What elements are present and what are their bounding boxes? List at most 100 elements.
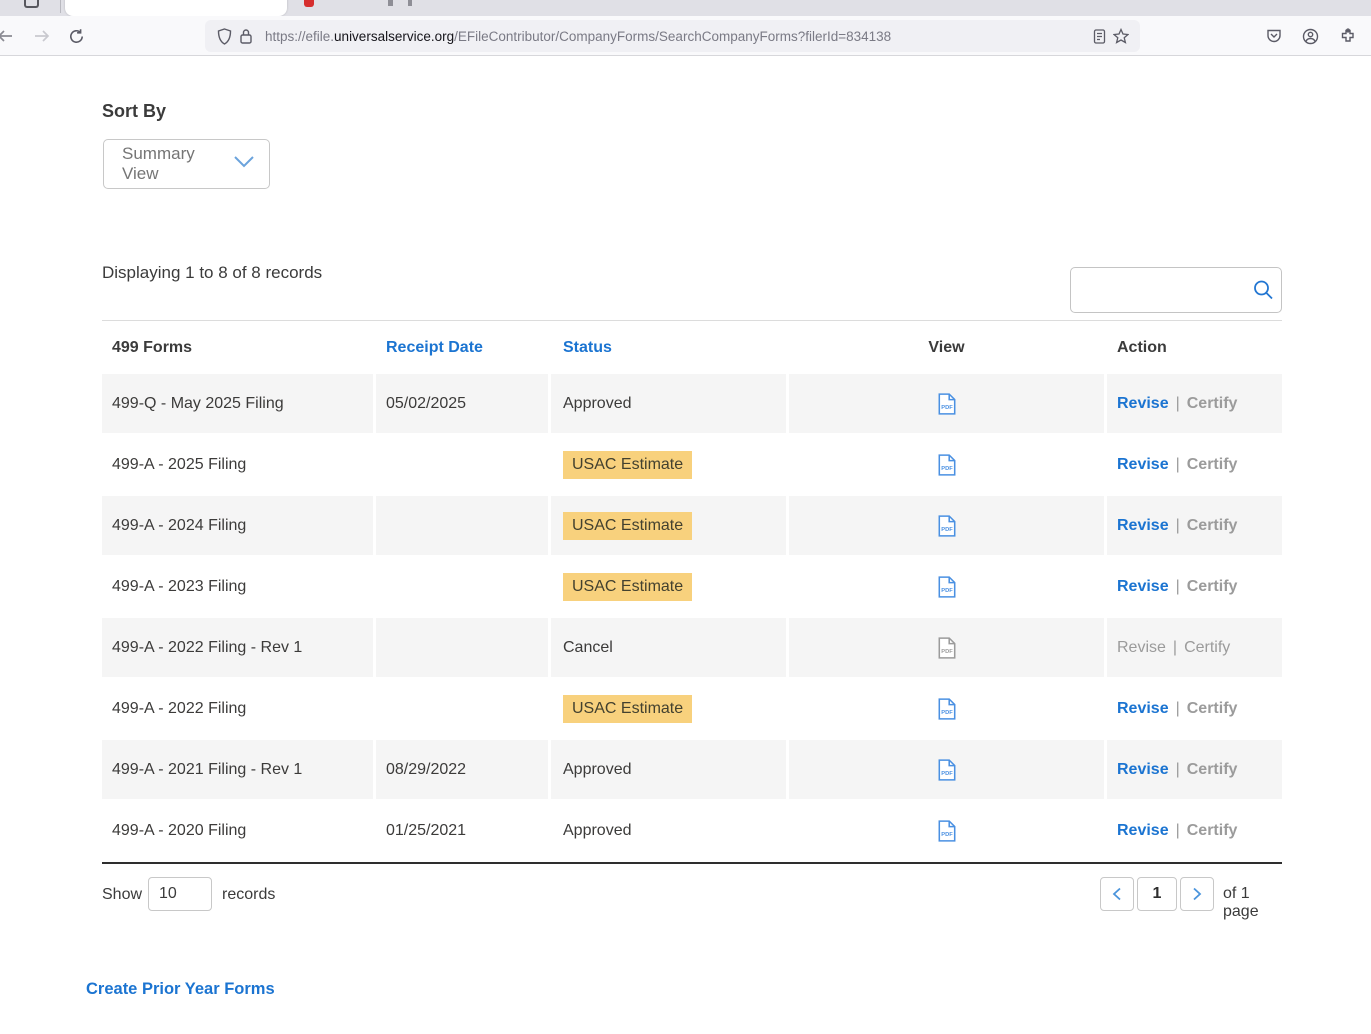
pdf-icon[interactable]: PDF [938, 576, 956, 598]
background-tab-title-fragment [388, 0, 393, 6]
account-icon[interactable] [1298, 24, 1322, 48]
revise-link[interactable]: Revise [1117, 517, 1169, 535]
browser-tab-strip [0, 0, 1371, 16]
certify-link[interactable]: Certify [1187, 456, 1238, 474]
form-name: 499-A - 2020 Filing [112, 822, 246, 840]
pdf-icon-label: PDF [941, 709, 953, 715]
header-action: Action [1107, 339, 1282, 357]
receipt-date: 01/25/2021 [386, 822, 466, 840]
revise-link[interactable]: Revise [1117, 761, 1169, 779]
certify-link[interactable]: Certify [1187, 822, 1238, 840]
pdf-icon-label: PDF [941, 526, 953, 532]
header-view: View [789, 339, 1104, 357]
page-content: Sort By Summary View Displaying 1 to 8 o… [0, 57, 1371, 1034]
status-text: Approved [563, 822, 632, 840]
certify-link[interactable]: Certify [1187, 761, 1238, 779]
action-separator: | [1176, 456, 1180, 474]
sort-by-label: Sort By [102, 101, 166, 122]
sidebar-toggle-icon[interactable] [24, 0, 39, 8]
pagination-bar: Show records 1 of 1 page [102, 877, 1282, 913]
revise-link[interactable]: Revise [1117, 822, 1169, 840]
pocket-save-icon[interactable] [1262, 24, 1286, 48]
pdf-icon[interactable]: PDF [938, 515, 956, 537]
receipt-date: 08/29/2022 [386, 761, 466, 779]
search-box [1070, 267, 1282, 313]
certify-link[interactable]: Certify [1187, 395, 1238, 413]
action-separator: | [1176, 395, 1180, 413]
table-header-row: 499 Forms Receipt Date Status View Actio… [102, 321, 1282, 374]
form-name: 499-A - 2023 Filing [112, 578, 246, 596]
page-count-label: of 1 page [1223, 885, 1282, 921]
background-tab-favicon[interactable] [304, 0, 314, 7]
next-page-button[interactable] [1180, 877, 1214, 911]
reload-button-icon[interactable] [64, 24, 88, 48]
active-tab[interactable] [65, 0, 287, 16]
status-text: USAC Estimate [563, 695, 692, 723]
form-name: 499-A - 2024 Filing [112, 517, 246, 535]
chevron-down-icon [233, 155, 255, 174]
pdf-icon[interactable]: PDF [938, 759, 956, 781]
revise-link[interactable]: Revise [1117, 456, 1169, 474]
revise-link[interactable]: Revise [1117, 639, 1166, 657]
form-name: 499-A - 2022 Filing - Rev 1 [112, 639, 302, 657]
action-separator: | [1176, 700, 1180, 718]
sort-dropdown[interactable]: Summary View [103, 139, 270, 189]
status-text: Approved [563, 761, 632, 779]
form-name: 499-Q - May 2025 Filing [112, 395, 284, 413]
pdf-icon[interactable]: PDF [938, 393, 956, 415]
status-text: USAC Estimate [563, 451, 692, 479]
pdf-icon-label: PDF [941, 770, 953, 776]
table-body: 499-Q - May 2025 Filing 05/02/2025 Appro… [102, 374, 1282, 862]
form-name: 499-A - 2022 Filing [112, 700, 246, 718]
show-label: Show [102, 886, 142, 904]
action-separator: | [1176, 517, 1180, 535]
header-499-forms: 499 Forms [102, 339, 373, 357]
table-row: 499-Q - May 2025 Filing 05/02/2025 Appro… [102, 374, 1282, 435]
header-status[interactable]: Status [551, 339, 786, 357]
reader-mode-icon[interactable] [1088, 25, 1110, 47]
certify-link[interactable]: Certify [1187, 517, 1238, 535]
previous-page-button[interactable] [1100, 877, 1134, 911]
table-row: 499-A - 2025 Filing USAC Estimate PDF Re… [102, 435, 1282, 496]
revise-link[interactable]: Revise [1117, 578, 1169, 596]
action-separator: | [1173, 639, 1177, 657]
bookmark-star-icon[interactable] [1110, 25, 1132, 47]
table-row: 499-A - 2022 Filing USAC Estimate PDF Re… [102, 679, 1282, 740]
certify-link[interactable]: Certify [1187, 700, 1238, 718]
pdf-icon[interactable]: PDF [938, 637, 956, 659]
action-separator: | [1176, 761, 1180, 779]
certify-link[interactable]: Certify [1187, 578, 1238, 596]
current-page-number[interactable]: 1 [1137, 877, 1177, 911]
certify-link[interactable]: Certify [1184, 639, 1230, 657]
url-domain: universalservice.org [334, 29, 454, 44]
action-separator: | [1176, 822, 1180, 840]
url-bar[interactable]: https://efile.universalservice.org/EFile… [205, 20, 1140, 52]
pdf-icon-label: PDF [941, 648, 953, 654]
pdf-icon-label: PDF [941, 587, 953, 593]
forward-button-icon[interactable] [30, 24, 54, 48]
pdf-icon[interactable]: PDF [938, 698, 956, 720]
extensions-icon[interactable] [1336, 24, 1360, 48]
back-button-icon[interactable] [0, 24, 17, 48]
shield-icon[interactable] [213, 25, 235, 47]
pdf-icon[interactable]: PDF [938, 454, 956, 476]
header-receipt-date[interactable]: Receipt Date [376, 339, 548, 357]
url-prefix: https://efile. [265, 29, 334, 44]
lock-icon[interactable] [235, 25, 257, 47]
table-row: 499-A - 2022 Filing - Rev 1 Cancel PDF R… [102, 618, 1282, 679]
form-name: 499-A - 2025 Filing [112, 456, 246, 474]
revise-link[interactable]: Revise [1117, 700, 1169, 718]
pdf-icon-label: PDF [941, 465, 953, 471]
action-separator: | [1176, 578, 1180, 596]
search-input[interactable] [1071, 268, 1245, 312]
pdf-icon[interactable]: PDF [938, 820, 956, 842]
revise-link[interactable]: Revise [1117, 395, 1169, 413]
url-text: https://efile.universalservice.org/EFile… [265, 29, 1088, 44]
create-prior-year-forms-link[interactable]: Create Prior Year Forms [86, 980, 275, 999]
page-size-input[interactable] [148, 877, 212, 911]
records-summary: Displaying 1 to 8 of 8 records [102, 263, 322, 283]
forms-table: 499 Forms Receipt Date Status View Actio… [102, 320, 1282, 864]
search-icon[interactable] [1245, 279, 1281, 301]
tab-separator [60, 0, 61, 13]
sort-dropdown-value: Summary View [122, 144, 233, 184]
